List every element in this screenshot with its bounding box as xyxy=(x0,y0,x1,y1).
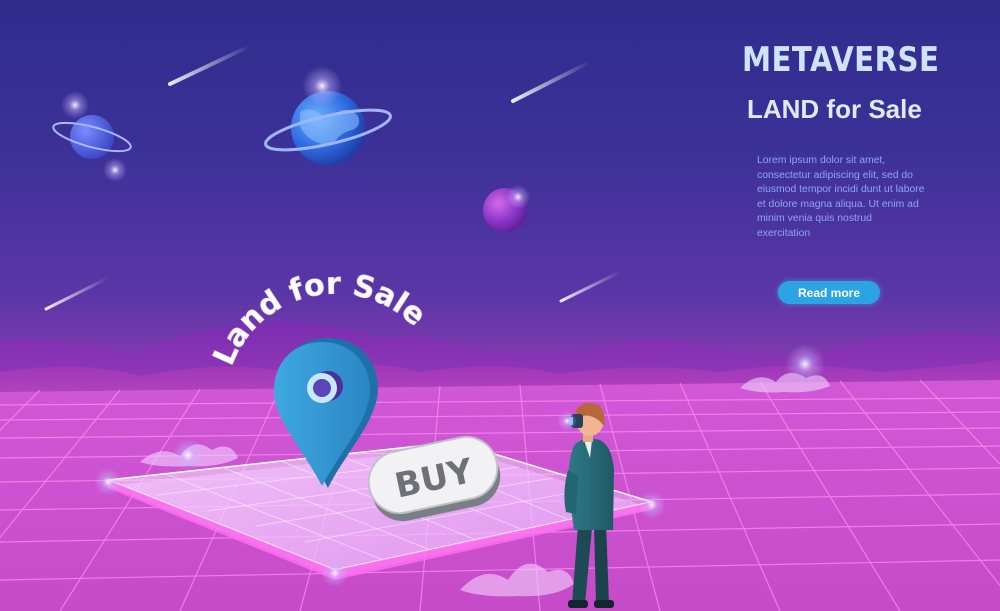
metaverse-hero-banner: BUY Land for Sale METAVERSE LAND for Sal… xyxy=(0,0,1000,611)
read-more-button[interactable]: Read more xyxy=(778,281,880,304)
illustration: BUY Land for Sale xyxy=(0,44,1000,611)
planet-icon xyxy=(52,91,132,182)
planet-icon xyxy=(483,185,530,232)
planet-icon xyxy=(264,66,392,165)
page-subtitle: LAND for Sale xyxy=(747,94,922,124)
page-title: METAVERSE xyxy=(742,40,940,80)
body-paragraph: Lorem ipsum dolor sit amet, consectetur … xyxy=(757,155,925,239)
